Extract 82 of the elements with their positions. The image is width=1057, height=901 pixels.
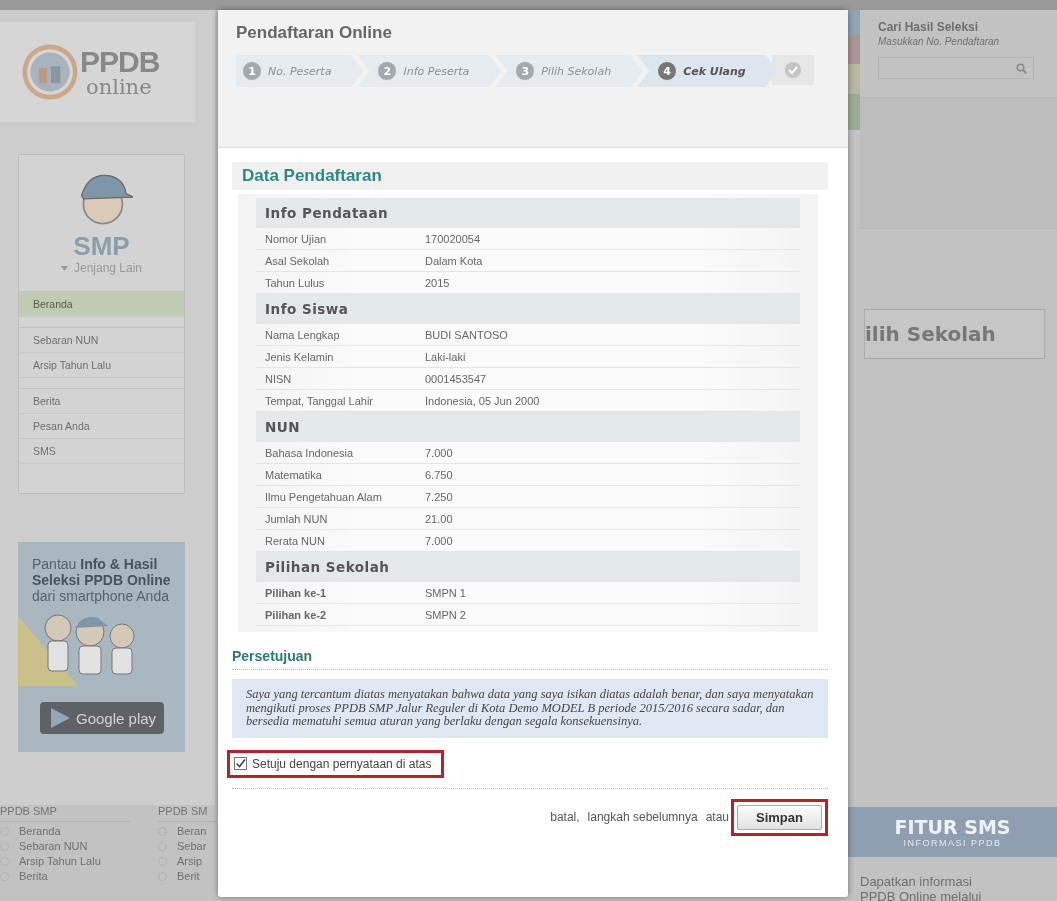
sidebar-item[interactable]: Berita <box>19 389 184 414</box>
field-label: Asal Sekolah <box>265 254 331 267</box>
field-value: 170020054 <box>425 232 481 245</box>
step-tab[interactable]: 4 Cek Ulang <box>637 55 778 87</box>
footer-heading: PPDB SMP <box>0 805 130 822</box>
field-value: 7.000 <box>425 534 453 547</box>
checkmark-icon <box>235 758 246 769</box>
field-value: 0001453547 <box>425 372 487 385</box>
group-heading: NUN <box>256 412 800 442</box>
back-link[interactable]: langkah sebelumnya <box>587 810 698 824</box>
field-value: Laki-laki <box>425 350 466 363</box>
field-label: Jumlah NUN <box>265 512 329 525</box>
step-tab[interactable]: 3 Pilih Sekolah <box>495 55 644 87</box>
field-value: BUDI SANTOSO <box>425 328 508 341</box>
group-heading: Info Siswa <box>256 294 800 324</box>
search-field[interactable] <box>878 57 1034 79</box>
agree-checkbox[interactable]: Setuju dengan pernyataan di atas <box>234 756 432 771</box>
sidebar-item[interactable]: Beranda <box>19 292 184 317</box>
group-heading: Info Pendataan <box>256 198 800 228</box>
choose-school-button[interactable]: ilih Sekolah <box>864 309 1045 359</box>
field-value: SMPN 1 <box>425 586 466 599</box>
footer-link[interactable]: Arsip Tahun Lalu <box>0 854 130 869</box>
footer-link[interactable]: Beran <box>158 824 288 839</box>
sms-title: FITUR SMS <box>894 816 1011 838</box>
finish-step-tab[interactable] <box>771 55 814 85</box>
cancel-link[interactable]: batal, <box>550 810 580 824</box>
field-value: 21.00 <box>425 512 453 525</box>
field-value: Dalam Kota <box>425 254 483 267</box>
field-label: Rerata NUN <box>265 534 326 547</box>
sidebar-item[interactable]: Arsip Tahun Lalu <box>19 353 184 378</box>
promo-banner[interactable]: Pantau Info & Hasil Seleksi PPDB Online dari smartphone Anda Google play <box>18 542 185 752</box>
dialog-title: Pendaftaran Online <box>236 23 393 43</box>
or-text: atau <box>705 810 730 824</box>
sidebar-item[interactable]: Pesan Anda <box>19 414 184 439</box>
agreement-text: Saya yang tercantum diatas menyatakan bahwa data yang saya isikan diatas adalah benar, dan saya menyatakan mengikuti proses PPDB SMP Jalur Reguler di Kota Demo MODEL B periode 2015/2016 secara sadar, dan bersedia mematuhi semua aturan yang berlaku dengan segala konsekuensinya. <box>232 679 828 738</box>
search-icon <box>1016 62 1027 74</box>
field-label: Tahun Lulus <box>265 276 326 289</box>
agreement-heading: Persetujuan <box>232 648 828 670</box>
sms-subtitle: INFORMASI PPDB <box>903 838 1002 848</box>
field-label: Nomor Ujian <box>265 232 328 245</box>
footer-link[interactable]: Berit <box>158 869 288 884</box>
store-badge[interactable]: Google play <box>40 702 165 734</box>
group-heading: Pilihan Sekolah <box>256 552 800 582</box>
sidebar-item[interactable]: SMS <box>19 439 184 464</box>
sidebar-item[interactable]: Sebaran NUN <box>19 328 184 353</box>
sms-text: Dapatkan informasi PPDB Online melalui <box>859 873 983 901</box>
search-hint: Masukkan No. Pendaftaran <box>878 36 1001 47</box>
field-label: Pilihan ke-2 <box>265 608 328 621</box>
footer-link[interactable]: Berita <box>0 869 130 884</box>
footer-link[interactable]: Beranda <box>0 824 130 839</box>
field-label: Pilihan ke-1 <box>265 586 328 599</box>
level-switch-link[interactable]: Jenjang Lain <box>60 261 143 275</box>
field-value: 7.000 <box>425 446 453 459</box>
logo-subtitle: online <box>86 76 153 98</box>
field-label: Nama Lengkap <box>265 328 341 341</box>
section-heading: Data Pendaftaran <box>232 162 828 190</box>
caret-icon <box>60 265 68 271</box>
search-title: Cari Hasil Seleksi <box>878 20 980 34</box>
footer-link[interactable]: Sebar <box>158 839 288 854</box>
field-label: Jenis Kelamin <box>265 350 335 363</box>
field-value: 7.250 <box>425 490 453 503</box>
field-value: 2015 <box>425 276 450 289</box>
footer-link[interactable]: Arsip <box>158 854 288 869</box>
globe-icon <box>22 44 78 100</box>
save-button[interactable]: Simpan <box>737 804 822 830</box>
play-icon <box>48 706 72 730</box>
logo-title: PPDB <box>80 46 160 77</box>
field-label: Ilmu Pengetahuan Alam <box>265 490 383 503</box>
step-tab[interactable]: 1 No. Peserta <box>236 55 364 87</box>
field-value: Indonesia, 05 Jun 2000 <box>425 394 540 407</box>
level-title: SMP <box>73 233 130 259</box>
promo-text: Pantau Info & Hasil Seleksi PPDB Online dari smartphone Anda <box>32 556 172 605</box>
logo[interactable]: PPDB online <box>0 22 195 122</box>
field-label: Tempat, Tanggal Lahir <box>265 394 375 407</box>
field-value: 6.750 <box>425 468 453 481</box>
step-tab[interactable]: 2 Info Peserta <box>357 55 502 87</box>
field-label: Matematika <box>265 468 323 481</box>
field-label: NISN <box>265 372 293 385</box>
footer-link[interactable]: Sebaran NUN <box>0 839 130 854</box>
check-icon <box>783 61 802 79</box>
field-value: SMPN 2 <box>425 608 466 621</box>
field-label: Bahasa Indonesia <box>265 446 355 459</box>
